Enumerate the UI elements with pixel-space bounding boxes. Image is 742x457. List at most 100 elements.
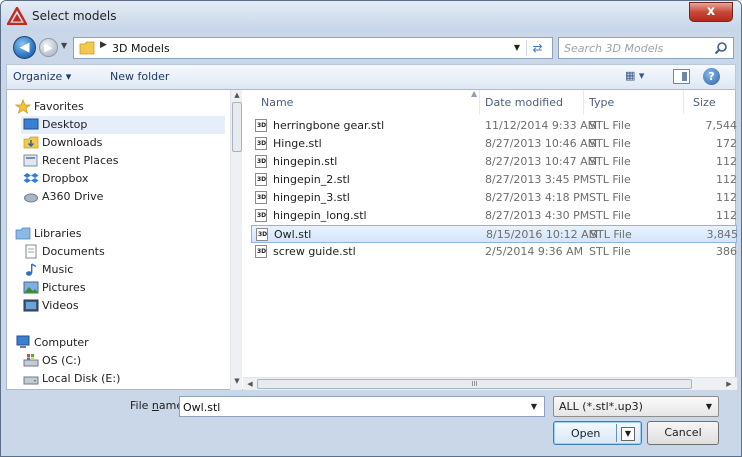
- column-header-name[interactable]: Name: [261, 96, 293, 109]
- column-divider[interactable]: [479, 90, 480, 114]
- file-date-cell: 8/27/2013 10:47 AM: [485, 155, 598, 168]
- address-dropdown-icon[interactable]: ▼: [514, 43, 520, 52]
- column-divider[interactable]: [683, 90, 684, 114]
- nav-item-a360-drive[interactable]: A360 Drive: [21, 188, 225, 206]
- file-name-cell: hingepin_long.stl: [273, 209, 367, 222]
- navigation-scroll-thumb[interactable]: [232, 102, 242, 152]
- navigation-pane[interactable]: Favorites Desktop Downloads Recent Places Dr…: [7, 90, 230, 390]
- stl-file-icon: [256, 228, 268, 241]
- address-row: ◀ ▶ ▼ ▶ 3D Models ▼ ⇄: [1, 31, 741, 63]
- navigation-scrollbar[interactable]: ▲ ▼: [230, 90, 242, 390]
- file-size-cell: 112: [716, 155, 737, 168]
- nav-item-downloads[interactable]: Downloads: [21, 134, 225, 152]
- search-box[interactable]: [558, 37, 734, 59]
- close-button[interactable]: x: [689, 2, 733, 22]
- file-name-cell: Hinge.stl: [273, 137, 322, 150]
- documents-icon: [23, 244, 39, 259]
- file-row[interactable]: herringbone gear.stl 11/12/2014 9:33 AMST…: [251, 117, 737, 135]
- file-row[interactable]: hingepin_long.stl 8/27/2013 4:30 PMSTL Fi…: [251, 207, 737, 225]
- nav-item-recent-places[interactable]: Recent Places: [21, 152, 225, 170]
- scroll-left-icon[interactable]: ◀: [244, 380, 256, 388]
- open-button[interactable]: Open ▼: [553, 421, 642, 445]
- file-name-combobox[interactable]: ▼: [179, 396, 545, 417]
- nav-item-desktop[interactable]: Desktop: [21, 116, 225, 134]
- search-icon[interactable]: [714, 41, 728, 55]
- search-input[interactable]: [564, 41, 704, 55]
- file-row[interactable]: hingepin_3.stl 8/27/2013 4:18 PMSTL File 1…: [251, 189, 737, 207]
- nav-group-favorites[interactable]: Favorites: [13, 98, 225, 116]
- file-row[interactable]: Owl.stl 8/15/2016 10:12 AMSTL File 3,845: [251, 225, 737, 243]
- file-name-input[interactable]: [183, 400, 513, 414]
- preview-pane-button[interactable]: [673, 69, 690, 84]
- file-type-cell: STL File: [589, 119, 631, 132]
- file-name-cell: hingepin_3.stl: [273, 191, 350, 204]
- file-type-cell: STL File: [589, 155, 631, 168]
- cancel-button[interactable]: Cancel: [647, 421, 719, 445]
- open-button-label: Open: [571, 427, 601, 440]
- open-options-dropdown-icon[interactable]: ▼: [621, 427, 635, 441]
- nav-item-music[interactable]: Music: [21, 261, 225, 279]
- file-date-cell: 8/27/2013 4:30 PM: [485, 209, 590, 222]
- nav-item-label: Videos: [42, 299, 79, 312]
- file-size-cell: 112: [716, 191, 737, 204]
- column-headers: Name ▲ Date modified Type Size: [243, 90, 737, 114]
- dialog-footer: File name: ▼ ALL (*.stl*.up3) ▼ Open ▼ C…: [1, 391, 741, 456]
- column-divider[interactable]: [583, 90, 584, 114]
- file-row[interactable]: hingepin.stl 8/27/2013 10:47 AMSTL File 11…: [251, 153, 737, 171]
- scroll-down-icon[interactable]: ▼: [231, 377, 243, 385]
- organize-button[interactable]: Organize ▾: [13, 70, 71, 83]
- file-date-cell: 2/5/2014 9:36 AM: [485, 245, 584, 258]
- hard-drive-icon: [23, 371, 39, 386]
- column-header-size[interactable]: Size: [693, 96, 716, 109]
- breadcrumb-separator-icon[interactable]: ▶: [100, 40, 107, 50]
- nav-item-dropbox[interactable]: Dropbox: [21, 170, 225, 188]
- file-name-cell: screw guide.stl: [273, 245, 356, 258]
- file-date-cell: 8/27/2013 10:46 AM: [485, 137, 598, 150]
- stl-file-icon: [255, 245, 267, 258]
- nav-item-label: Computer: [34, 336, 89, 349]
- nav-item-label: Music: [42, 263, 74, 276]
- stl-file-icon: [255, 191, 267, 204]
- back-button[interactable]: ◀: [13, 36, 36, 59]
- stl-file-icon: [255, 119, 267, 132]
- file-size-cell: 112: [716, 173, 737, 186]
- nav-item-drive-1[interactable]: Local Disk (E:): [21, 370, 225, 388]
- breadcrumb-current-folder[interactable]: 3D Models: [112, 42, 170, 55]
- file-name-cell: hingepin_2.stl: [273, 173, 350, 186]
- help-button[interactable]: ?: [703, 68, 720, 85]
- new-folder-button[interactable]: New folder: [110, 70, 169, 83]
- title-bar[interactable]: Select models x: [1, 1, 741, 31]
- forward-button[interactable]: ▶: [39, 38, 58, 57]
- chevron-down-icon[interactable]: ▼: [531, 402, 537, 411]
- file-row[interactable]: screw guide.stl 2/5/2014 9:36 AM STL File 3…: [251, 243, 737, 261]
- file-type-cell: STL File: [589, 191, 631, 204]
- nav-item-videos[interactable]: Videos: [21, 297, 225, 315]
- horizontal-scroll-thumb[interactable]: III: [257, 379, 692, 389]
- scroll-right-icon[interactable]: ▶: [723, 380, 735, 388]
- recent-locations-dropdown-icon[interactable]: ▼: [61, 41, 67, 50]
- column-header-date-modified[interactable]: Date modified: [485, 96, 563, 109]
- refresh-button[interactable]: ⇄: [526, 40, 548, 56]
- scroll-up-icon[interactable]: ▲: [231, 91, 243, 99]
- change-view-button[interactable]: ▦ ▾: [625, 69, 665, 85]
- address-bar[interactable]: ▶ 3D Models ▼ ⇄: [73, 37, 553, 59]
- window-title: Select models: [32, 9, 117, 23]
- nav-group-computer[interactable]: Computer: [13, 334, 225, 352]
- file-size-cell: 386: [716, 245, 737, 258]
- nav-item-pictures[interactable]: Pictures: [21, 279, 225, 297]
- nav-item-label: Libraries: [34, 227, 82, 240]
- file-name-cell: herringbone gear.stl: [273, 119, 385, 132]
- file-row[interactable]: Hinge.stl 8/27/2013 10:46 AMSTL File 172: [251, 135, 737, 153]
- file-list-horizontal-scrollbar[interactable]: ◀ III ▶: [243, 377, 737, 390]
- nav-item-documents[interactable]: Documents: [21, 243, 225, 261]
- nav-group-libraries[interactable]: Libraries: [13, 225, 225, 243]
- file-date-cell: 11/12/2014 9:33 AM: [485, 119, 598, 132]
- file-type-filter-select[interactable]: ALL (*.stl*.up3) ▼: [553, 396, 719, 417]
- content-area: Favorites Desktop Downloads Recent Places Dr…: [6, 90, 737, 390]
- nav-item-drive-0[interactable]: OS (C:): [21, 352, 225, 370]
- file-list[interactable]: Name ▲ Date modified Type Size herringbo…: [243, 90, 737, 390]
- file-name-cell: hingepin.stl: [273, 155, 338, 168]
- file-row[interactable]: hingepin_2.stl 8/27/2013 3:45 PMSTL File 1…: [251, 171, 737, 189]
- column-header-type[interactable]: Type: [589, 96, 614, 109]
- nav-item-label: Pictures: [42, 281, 86, 294]
